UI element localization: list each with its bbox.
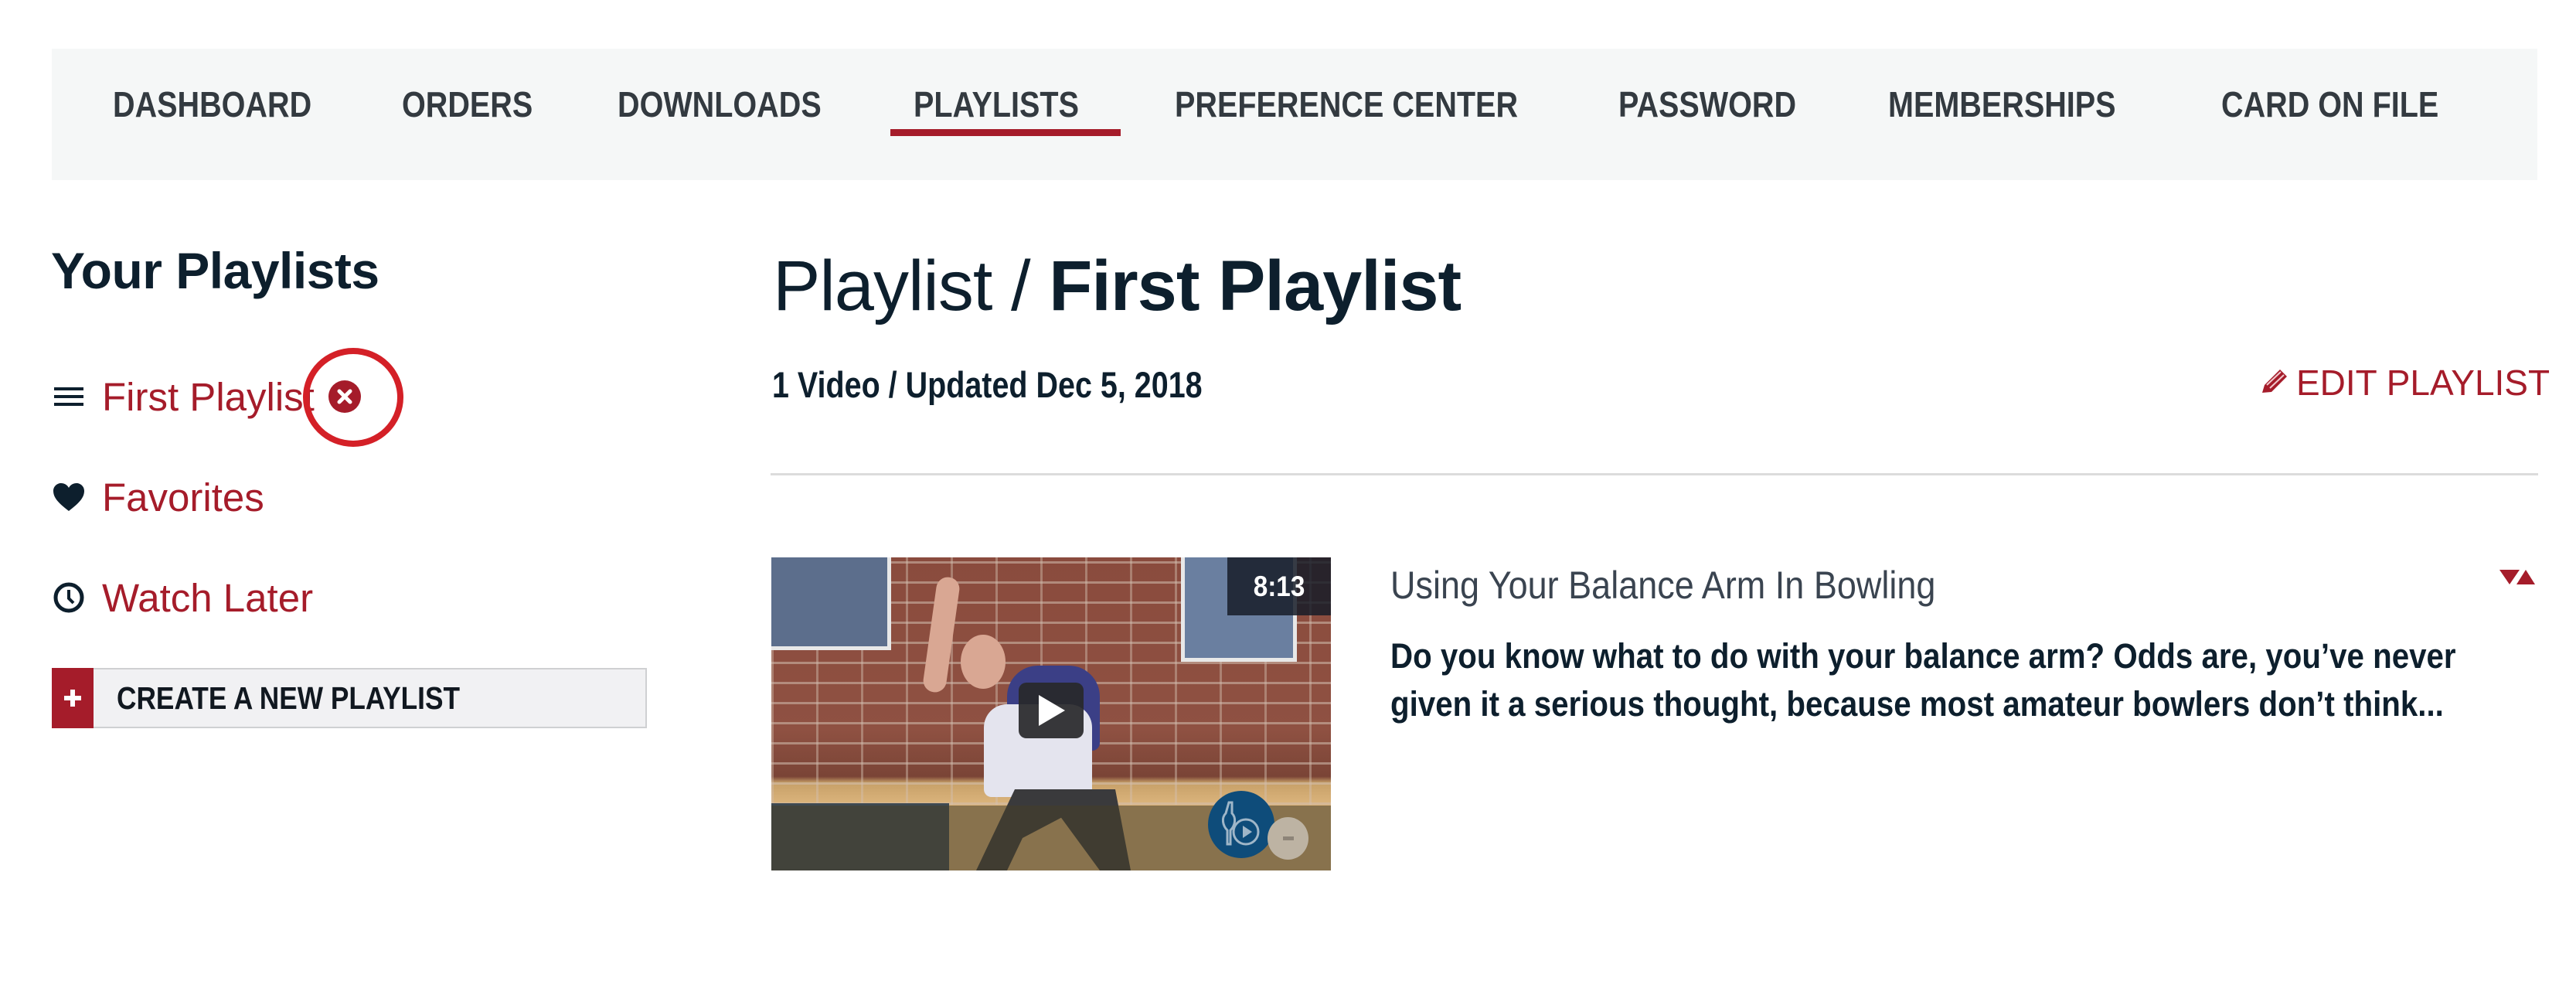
bowler-head [961,635,1006,689]
nav-tab-playlists[interactable]: PLAYLISTS [914,86,1079,123]
account-nav-bar: DASHBOARD ORDERS DOWNLOADS PLAYLISTS PRE… [52,49,2537,180]
heart-icon [51,479,87,515]
active-tab-indicator [890,129,1121,136]
sidebar-item-watch-later[interactable]: Watch Later [51,571,313,625]
page-title: Playlist / First Playlist [773,246,1462,327]
nav-tab-memberships[interactable]: MEMBERSHIPS [1888,86,2116,123]
channel-logo-icon [1208,791,1274,858]
edit-playlist-link[interactable]: EDIT PLAYLIST [2261,362,2550,404]
sidebar-item-favorites[interactable]: Favorites [51,470,264,524]
page-title-playlist-name: First Playlist [1049,247,1462,325]
minus-icon [1282,836,1294,840]
clock-icon [51,580,87,615]
page-title-prefix: Playlist / [773,247,1031,325]
nav-tab-preference-center[interactable]: PREFERENCE CENTER [1175,86,1518,123]
reorder-controls [2499,570,2535,584]
sidebar-item-label: Favorites [102,475,264,520]
sidebar-item-first-playlist[interactable]: First Playlist [51,370,361,424]
wall-poster-left [771,557,891,650]
plus-icon [52,668,94,728]
sidebar-item-label: First Playlist [102,374,315,419]
remove-from-playlist-button[interactable] [1268,817,1308,860]
nav-tab-orders[interactable]: ORDERS [402,86,533,123]
sidebar-item-label: Watch Later [102,575,314,620]
header-divider [771,473,2538,475]
play-icon [1039,695,1065,726]
move-up-icon[interactable] [2516,570,2535,584]
nav-tab-password[interactable]: PASSWORD [1618,86,1796,123]
video-thumbnail[interactable]: 8:13 [771,557,1331,870]
edit-playlist-label: EDIT PLAYLIST [2296,363,2550,403]
playlist-meta: 1 Video / Updated Dec 5, 2018 [772,364,1203,405]
pencil-icon [2261,368,2288,398]
video-duration-badge: 8:13 [1227,557,1331,615]
nav-tab-downloads[interactable]: DOWNLOADS [618,86,822,123]
video-description: Do you know what to do with your balance… [1390,636,2456,724]
nav-tab-dashboard[interactable]: DASHBOARD [113,86,311,123]
video-duration: 8:13 [1253,570,1305,602]
hamburger-icon [51,379,87,414]
nav-tab-card-on-file[interactable]: CARD ON FILE [2221,86,2438,123]
create-playlist-button[interactable]: CREATE A NEW PLAYLIST [52,668,647,728]
video-title[interactable]: Using Your Balance Arm In Bowling [1390,563,1935,608]
play-button[interactable] [1019,683,1084,738]
sidebar-title: Your Playlists [51,242,379,299]
remove-playlist-icon[interactable] [328,380,361,413]
create-playlist-label: CREATE A NEW PLAYLIST [117,680,461,716]
